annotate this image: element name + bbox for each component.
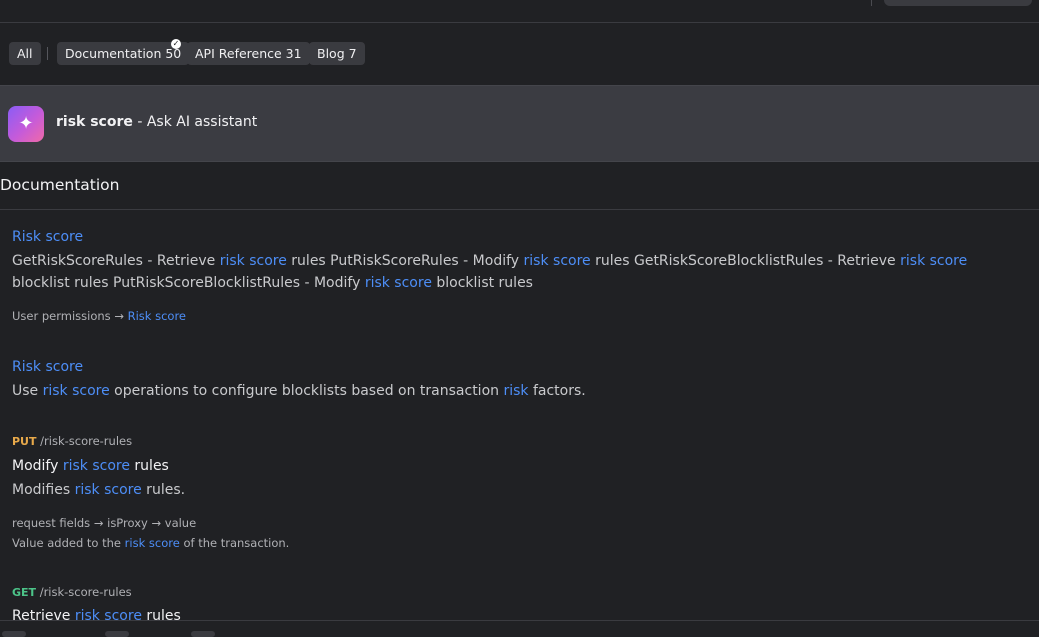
sparkle-icon: ✦: [8, 106, 44, 142]
endpoint-description: Modifies risk score rules.: [12, 479, 1022, 501]
breadcrumb-prefix: User permissions →: [12, 309, 128, 323]
snippet-highlight: risk score: [219, 253, 287, 269]
filter-chips: All Documentation 50 ✓ API Reference 31 …: [0, 23, 1039, 85]
desc-highlight: risk score: [74, 482, 142, 498]
snippet-highlight: risk score: [523, 253, 591, 269]
snippet-highlight: risk score: [364, 275, 432, 291]
bottom-bar: [0, 620, 1039, 637]
snippet-text: rules PutRiskScoreRules - Modify: [286, 253, 524, 269]
field-desc-text: of the transaction.: [179, 536, 290, 550]
http-method-badge: GET: [12, 586, 37, 599]
title-text: rules: [129, 458, 169, 474]
endpoint-path: /risk-score-rules: [40, 434, 133, 448]
section-divider: [0, 209, 1039, 210]
ask-ai-row[interactable]: ✦ risk score - Ask AI assistant: [0, 85, 1039, 162]
check-icon: ✓: [171, 39, 181, 49]
filter-blog-button[interactable]: Blog 7: [309, 42, 365, 65]
endpoint-path: /risk-score-rules: [39, 585, 132, 599]
ask-ai-label: risk score - Ask AI assistant: [56, 114, 257, 130]
key-hint: [2, 631, 26, 637]
section-title: Documentation: [0, 176, 120, 194]
snippet-text: rules GetRiskScoreBlocklistRules - Retri…: [590, 253, 901, 269]
field-desc-highlight: risk score: [124, 536, 180, 550]
field-path: request fields → isProxy → value: [12, 516, 197, 530]
filter-api-reference-button[interactable]: API Reference 31: [187, 42, 310, 65]
result-title-link[interactable]: Risk score: [12, 359, 83, 375]
filter-divider: [47, 47, 48, 60]
desc-text: Modifies: [12, 482, 75, 498]
snippet-text: blocklist rules: [431, 275, 533, 291]
endpoint-header: PUT /risk-score-rules: [12, 434, 132, 448]
desc-text: rules.: [141, 482, 186, 498]
snippet-highlight: risk score: [42, 383, 110, 399]
snippet-text: factors.: [528, 383, 586, 399]
snippet-text: GetRiskScoreRules - Retrieve: [12, 253, 220, 269]
top-bar: [0, 0, 1039, 23]
filter-documentation-button[interactable]: Documentation 50: [57, 42, 190, 65]
breadcrumb-link[interactable]: Risk score: [128, 309, 186, 323]
field-description: Value added to the risk score of the tra…: [12, 536, 289, 550]
snippet-text: operations to configure blocklists based…: [109, 383, 504, 399]
top-bar-divider: [871, 0, 872, 6]
ai-query: risk score: [56, 114, 133, 130]
result-title-link[interactable]: Risk score: [12, 229, 83, 245]
result-breadcrumb: User permissions → Risk score: [12, 309, 186, 323]
endpoint-header: GET /risk-score-rules: [12, 585, 132, 599]
search-input[interactable]: [884, 0, 1032, 6]
ai-suffix: - Ask AI assistant: [132, 114, 258, 130]
key-hint: [191, 631, 215, 637]
result-snippet: Use risk score operations to configure b…: [12, 380, 1022, 402]
snippet-text: Use: [12, 383, 43, 399]
http-method-badge: PUT: [12, 435, 37, 448]
title-highlight: risk score: [62, 458, 130, 474]
snippet-highlight: risk: [503, 383, 529, 399]
result-snippet: GetRiskScoreRules - Retrieve risk score …: [12, 250, 1022, 294]
filter-all-button[interactable]: All: [9, 42, 41, 65]
key-hint: [105, 631, 129, 637]
field-desc-text: Value added to the: [12, 536, 125, 550]
snippet-text: blocklist rules PutRiskScoreBlocklistRul…: [12, 275, 365, 291]
snippet-highlight: risk score: [900, 253, 968, 269]
endpoint-title-link[interactable]: Modify risk score rules: [12, 458, 169, 474]
title-text: Modify: [12, 458, 63, 474]
